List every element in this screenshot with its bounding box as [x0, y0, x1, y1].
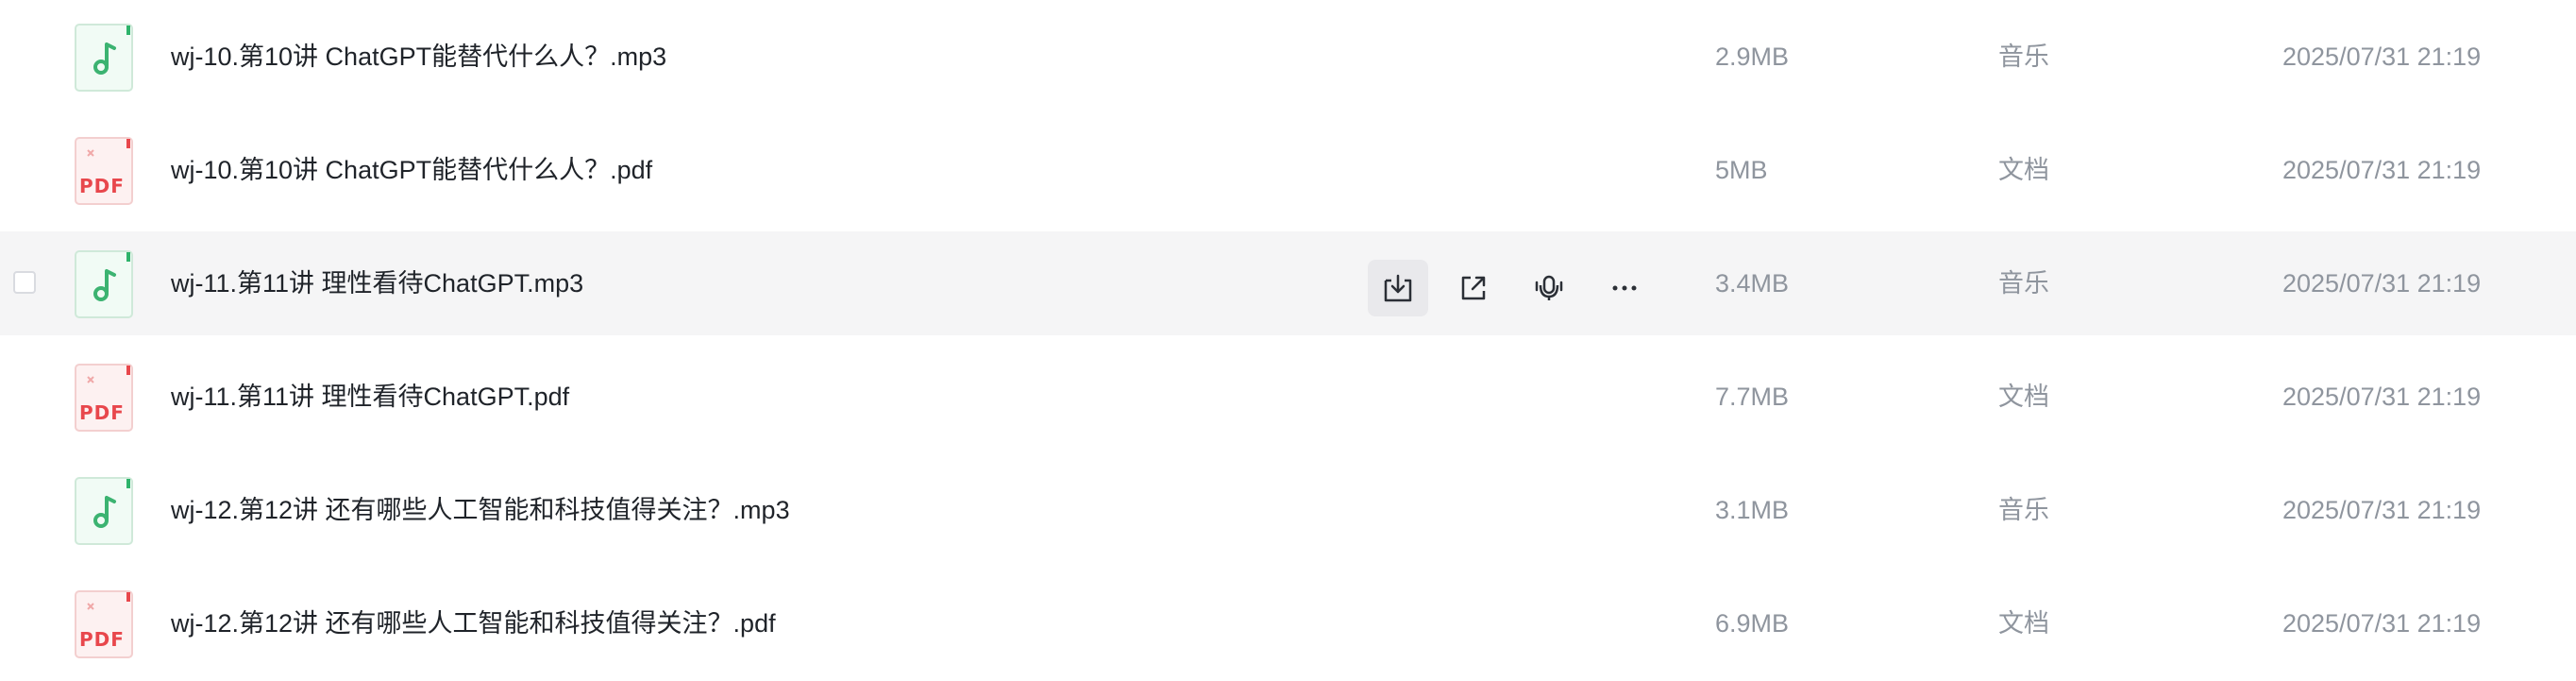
- file-size: 6.9MB: [1715, 609, 1790, 638]
- download-button[interactable]: [1368, 260, 1428, 316]
- share-button[interactable]: [1443, 260, 1504, 316]
- file-row[interactable]: wj-10.第10讲 ChatGPT能替代什么人？.mp3 2.9MB 音乐 2…: [0, 5, 2576, 109]
- file-name[interactable]: wj-10.第10讲 ChatGPT能替代什么人？.mp3: [171, 5, 666, 109]
- file-size: 3.1MB: [1715, 496, 1790, 524]
- file-date: 2025/07/31 21:19: [2282, 156, 2482, 184]
- pdf-label: PDF: [79, 401, 125, 424]
- pdf-label: PDF: [79, 628, 125, 651]
- file-date: 2025/07/31 21:19: [2282, 43, 2482, 71]
- file-type: 文档: [1998, 156, 2049, 184]
- file-name[interactable]: wj-10.第10讲 ChatGPT能替代什么人？.pdf: [171, 118, 652, 222]
- pdf-file-icon: PDF: [75, 137, 133, 205]
- file-name[interactable]: wj-11.第11讲 理性看待ChatGPT.mp3: [171, 231, 583, 335]
- row-checkbox[interactable]: [13, 271, 36, 294]
- file-date: 2025/07/31 21:19: [2282, 383, 2482, 411]
- file-type: 音乐: [1998, 269, 2049, 298]
- file-date: 2025/07/31 21:19: [2282, 609, 2482, 638]
- file-date: 2025/07/31 21:19: [2282, 496, 2482, 524]
- file-row[interactable]: wj-12.第12讲 还有哪些人工智能和科技值得关注？.mp3 3.1MB 音乐…: [0, 458, 2576, 562]
- music-file-icon: [75, 250, 133, 318]
- pdf-label: PDF: [79, 175, 125, 197]
- more-button[interactable]: [1594, 260, 1655, 316]
- file-size: 2.9MB: [1715, 43, 1790, 71]
- file-size: 3.4MB: [1715, 269, 1790, 298]
- pdf-file-icon: PDF: [75, 364, 133, 432]
- share-icon: [1461, 276, 1486, 300]
- music-file-icon: [75, 477, 133, 545]
- file-size: 5MB: [1715, 156, 1768, 184]
- file-type: 音乐: [1998, 496, 2049, 524]
- more-icon: [1612, 285, 1637, 291]
- download-icon: [1384, 274, 1412, 302]
- pdf-file-icon: PDF: [75, 590, 133, 658]
- file-name[interactable]: wj-12.第12讲 还有哪些人工智能和科技值得关注？.mp3: [171, 458, 790, 562]
- file-row[interactable]: PDF wj-10.第10讲 ChatGPT能替代什么人？.pdf 5MB 文档…: [0, 118, 2576, 222]
- listen-icon: [1535, 275, 1563, 300]
- file-type: 文档: [1998, 609, 2049, 638]
- file-type: 音乐: [1998, 43, 2049, 71]
- file-size: 7.7MB: [1715, 383, 1790, 411]
- file-row[interactable]: PDF wj-11.第11讲 理性看待ChatGPT.pdf 7.7MB 文档 …: [0, 345, 2576, 449]
- file-name[interactable]: wj-11.第11讲 理性看待ChatGPT.pdf: [171, 345, 569, 449]
- file-type: 文档: [1998, 383, 2049, 411]
- listen-button[interactable]: [1519, 260, 1579, 316]
- file-list: wj-10.第10讲 ChatGPT能替代什么人？.mp3 2.9MB 音乐 2…: [0, 0, 2576, 681]
- file-name[interactable]: wj-12.第12讲 还有哪些人工智能和科技值得关注？.pdf: [171, 571, 776, 675]
- file-row[interactable]: PDF wj-12.第12讲 还有哪些人工智能和科技值得关注？.pdf 6.9M…: [0, 571, 2576, 675]
- music-file-icon: [75, 24, 133, 92]
- file-row-hovered[interactable]: wj-11.第11讲 理性看待ChatGPT.mp3 3.4MB 音乐 2025…: [0, 231, 2576, 335]
- file-date: 2025/07/31 21:19: [2282, 269, 2482, 298]
